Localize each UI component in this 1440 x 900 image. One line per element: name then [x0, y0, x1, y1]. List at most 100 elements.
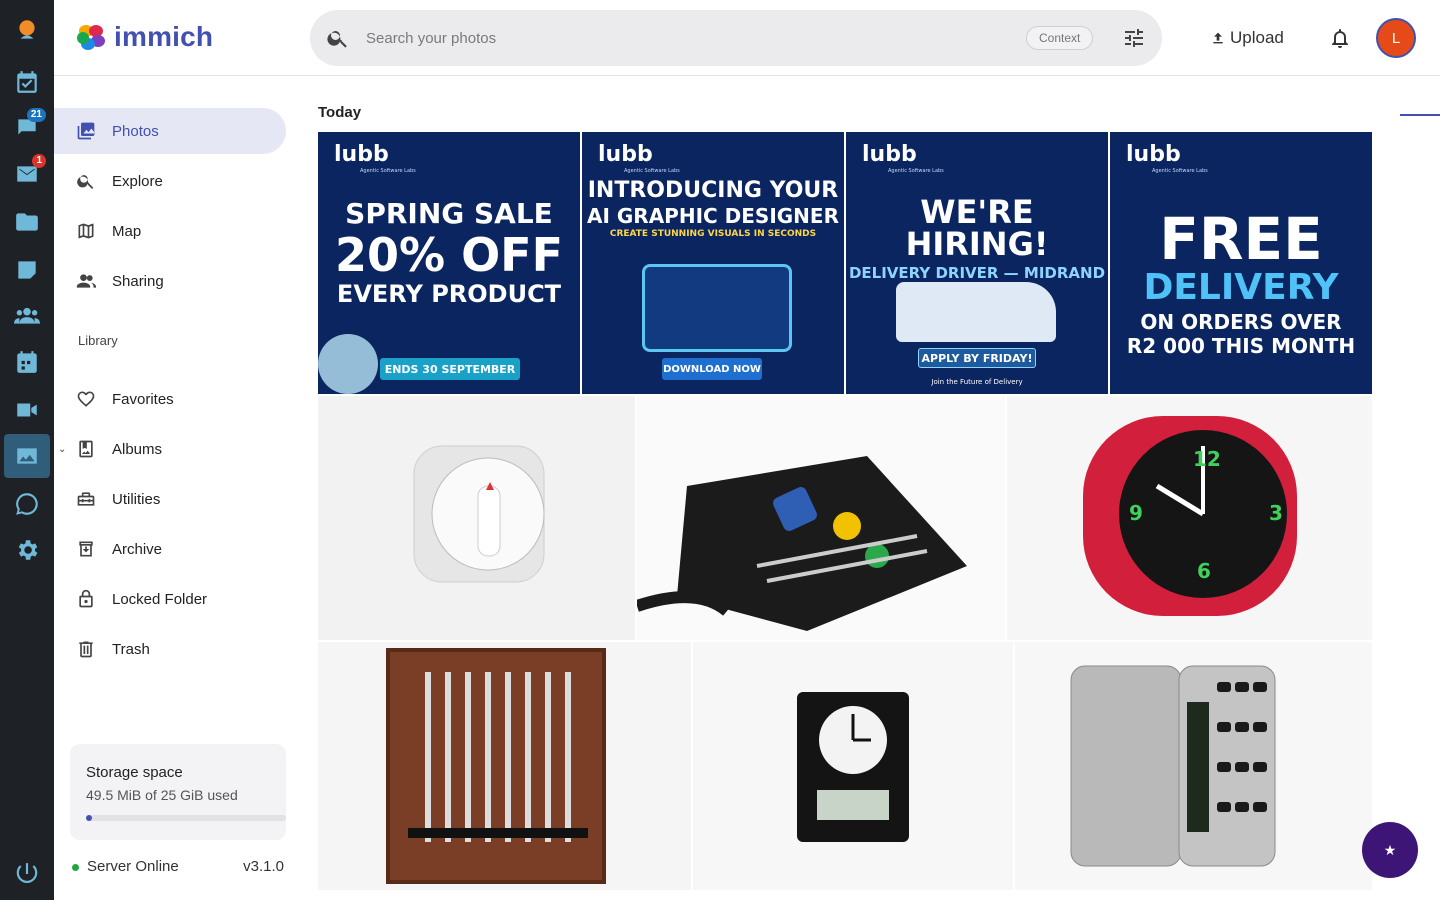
- status-dot: [72, 863, 79, 871]
- sidebar-item-photos[interactable]: Photos: [54, 108, 286, 154]
- chevron-down-icon[interactable]: ⌄: [58, 444, 66, 455]
- search-icon[interactable]: [326, 26, 350, 50]
- promo-cta: APPLY BY FRIDAY!: [918, 348, 1036, 368]
- calendar-icon[interactable]: [4, 340, 50, 384]
- photo-tile[interactable]: lubb Agentic Software Labs SPRING SALE 2…: [318, 132, 580, 394]
- kitchen-timer-image: [413, 445, 545, 583]
- promo-brand: lubb: [1126, 142, 1181, 167]
- storage-title: Storage space: [86, 764, 183, 781]
- search-bar[interactable]: Context: [310, 10, 1162, 66]
- pocket-calculator-photo[interactable]: [1015, 642, 1372, 890]
- immich-logo[interactable]: immich: [74, 20, 213, 54]
- photo-tile[interactable]: lubb Agentic Software Labs INTRODUCING Y…: [582, 132, 844, 394]
- top-bar: immich Context Upload L: [54, 0, 1440, 76]
- storage-fill: [86, 815, 92, 821]
- lock-icon: [79, 589, 93, 608]
- mail-icon[interactable]: 1: [4, 152, 50, 196]
- promo-cta: ENDS 30 SEPTEMBER: [380, 358, 520, 380]
- context-chip[interactable]: Context: [1026, 26, 1094, 50]
- flower-decoration: [318, 334, 378, 394]
- sidebar-item-label: Explore: [112, 172, 163, 190]
- van-illustration: [896, 282, 1056, 342]
- photo-tile[interactable]: lubb Agentic Software Labs WE'RE HIRING!…: [846, 132, 1108, 394]
- profile-logo-icon[interactable]: [4, 8, 50, 52]
- sidebar-item-sharing[interactable]: Sharing: [54, 258, 286, 304]
- immich-logo-icon: [77, 25, 105, 50]
- desk-clock-photo[interactable]: [693, 642, 1013, 890]
- whatsapp-icon[interactable]: [4, 482, 50, 526]
- assistant-fab-button[interactable]: ★: [1362, 822, 1418, 878]
- sidebar-item-trash[interactable]: Trash: [54, 626, 286, 672]
- users-icon[interactable]: [4, 294, 50, 338]
- screwdriver-set-photo[interactable]: [318, 642, 691, 890]
- alarm-clock-image: 12 3 6 9: [1083, 416, 1297, 616]
- storage-used: 49.5 MiB of 25 GiB used: [86, 787, 238, 803]
- video-icon[interactable]: [4, 388, 50, 432]
- sidebar-item-archive[interactable]: Archive: [54, 526, 286, 572]
- photo-timeline: Today lubb Agentic Software Labs SPRING …: [302, 76, 1440, 900]
- server-online: Server Online: [72, 858, 179, 875]
- sidebar-item-explore[interactable]: Explore: [54, 158, 286, 204]
- storage-card: Storage space 49.5 MiB of 25 GiB used: [70, 744, 286, 840]
- promo-line2: AI GRAPHIC DESIGNER: [587, 204, 839, 228]
- red-alarm-clock-photo[interactable]: 12 3 6 9: [1007, 396, 1372, 640]
- sidebar-item-label: Archive: [112, 540, 163, 558]
- watch-repair-kit-photo[interactable]: [637, 396, 1005, 640]
- date-group-header: Today: [318, 104, 362, 121]
- app-rail: 21 1: [0, 0, 54, 900]
- folder-icon[interactable]: [4, 200, 50, 244]
- svg-text:3: 3: [1269, 501, 1283, 525]
- server-status-text: Server Online: [87, 858, 179, 875]
- heart-icon: [77, 391, 95, 407]
- server-status: Server Online v3.1.0: [72, 858, 284, 875]
- sidebar-item-favorites[interactable]: Favorites: [54, 376, 286, 422]
- toolbox-icon: [77, 492, 95, 506]
- calendar-check-icon[interactable]: [4, 60, 50, 104]
- tablet-illustration: [642, 264, 792, 352]
- promo-line3: Join the Future of Delivery: [931, 378, 1023, 386]
- promo-brand-sub: Agentic Software Labs: [888, 168, 944, 174]
- power-icon[interactable]: [4, 852, 50, 896]
- kitchen-timer-photo[interactable]: [318, 396, 635, 640]
- sidebar-item-map[interactable]: Map: [54, 208, 286, 254]
- version-label: v3.1.0: [243, 858, 284, 875]
- mail-badge: 1: [32, 154, 46, 168]
- note-icon[interactable]: [4, 248, 50, 292]
- star-icon: ★: [1383, 841, 1397, 858]
- svg-text:6: 6: [1197, 559, 1211, 583]
- repair-kit-image: [637, 456, 967, 631]
- sidebar-item-label: Trash: [112, 640, 150, 658]
- tune-icon[interactable]: [1122, 26, 1146, 50]
- photos-app-icon[interactable]: [4, 434, 50, 478]
- promo-line1: SPRING SALE: [345, 197, 553, 230]
- sidebar-item-label: Favorites: [112, 390, 174, 408]
- promo-brand: lubb: [598, 142, 653, 167]
- promo-line1: FREE: [1159, 205, 1323, 273]
- logo-text: immich: [114, 21, 214, 52]
- promo-line2: DELIVERY: [1143, 267, 1339, 308]
- upload-button[interactable]: Upload: [1210, 22, 1284, 54]
- screwdriver-set-image: [386, 648, 606, 884]
- search-input[interactable]: [366, 18, 1006, 58]
- sidebar-item-utilities[interactable]: Utilities: [54, 476, 286, 522]
- promo-brand: lubb: [334, 142, 389, 167]
- storage-bar: [86, 815, 286, 821]
- promo-cta: R2 000 THIS MONTH: [1126, 334, 1356, 358]
- svg-text:12: 12: [1193, 447, 1221, 471]
- scrubber-indicator[interactable]: [1400, 114, 1440, 116]
- photos-icon: [77, 122, 96, 140]
- chat-icon[interactable]: 21: [4, 106, 50, 150]
- sidebar-item-locked-folder[interactable]: Locked Folder: [54, 576, 286, 622]
- promo-brand-sub: Agentic Software Labs: [1152, 168, 1208, 174]
- bell-icon[interactable]: [1328, 26, 1352, 50]
- search-icon: [77, 175, 94, 189]
- settings-icon[interactable]: [4, 528, 50, 572]
- svg-text:9: 9: [1129, 501, 1143, 525]
- sidebar-item-albums[interactable]: ⌄ Albums: [54, 426, 286, 472]
- sidebar-item-label: Map: [112, 222, 142, 240]
- trash-icon: [79, 641, 93, 658]
- promo-line2: DELIVERY DRIVER — MIDRAND: [848, 264, 1106, 282]
- photo-tile[interactable]: lubb Agentic Software Labs FREE DELIVERY…: [1110, 132, 1372, 394]
- avatar[interactable]: L: [1376, 18, 1416, 58]
- sidebar-item-label: Locked Folder: [112, 590, 208, 608]
